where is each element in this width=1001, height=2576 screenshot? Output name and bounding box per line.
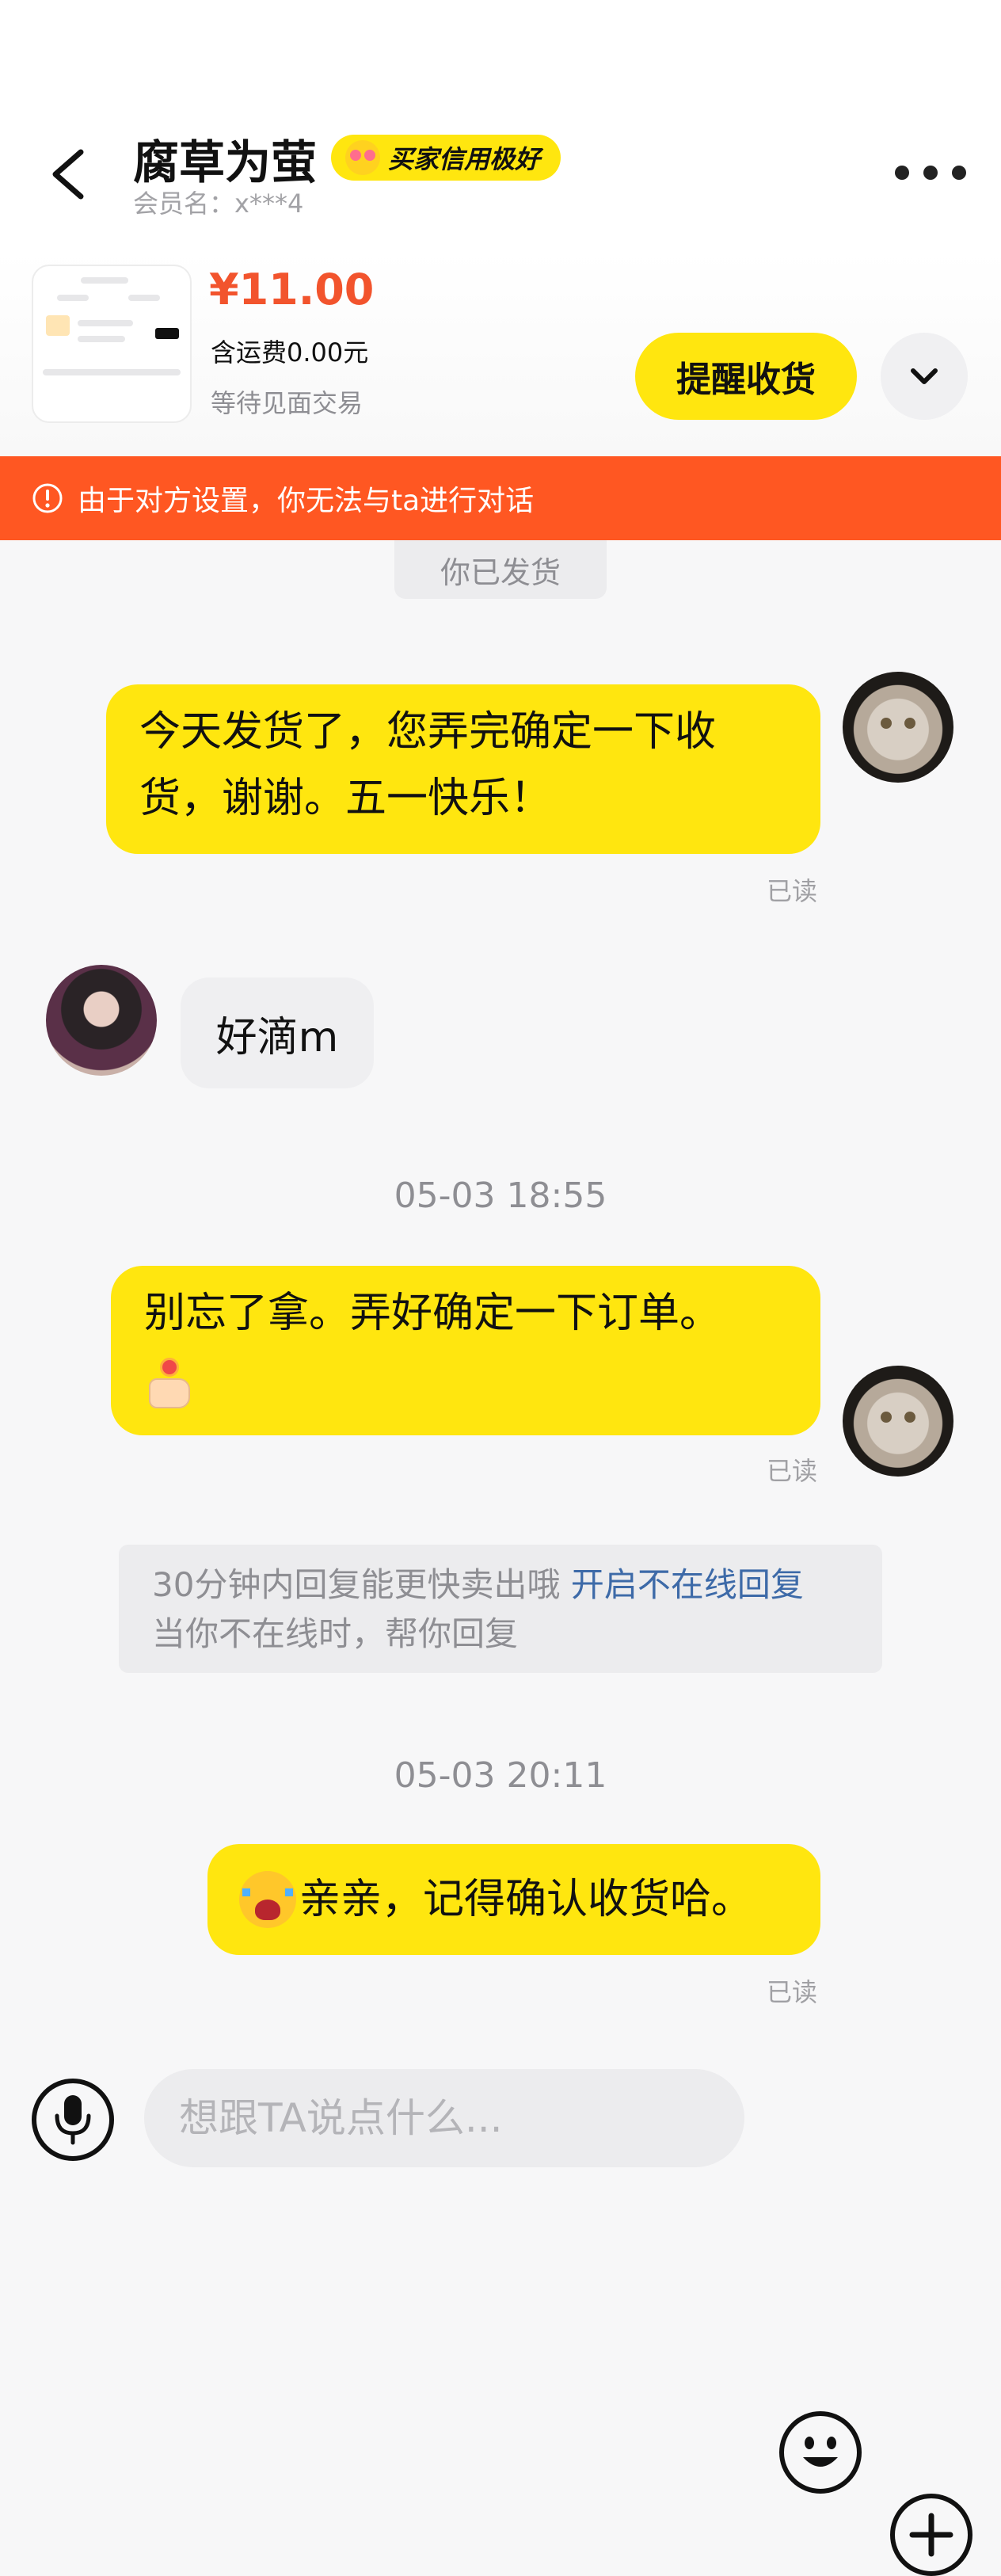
- heart-eyes-icon: [345, 140, 380, 175]
- more-options-button[interactable]: [895, 155, 966, 190]
- message-text: 别忘了拿。弄好确定一下订单。: [144, 1290, 721, 1337]
- shipping-fee: 含运费0.00元: [211, 337, 369, 368]
- member-name: 会员名：x***4: [133, 189, 304, 219]
- message-text: 亲亲，记得确认收货哈。: [299, 1876, 753, 1923]
- message-input[interactable]: [144, 2069, 744, 2167]
- partner-message-bubble[interactable]: 好滴m: [181, 977, 374, 1088]
- product-thumbnail[interactable]: [32, 265, 192, 423]
- enable-auto-reply-link[interactable]: 开启不在线回复: [571, 1565, 804, 1604]
- product-price: ¥11.00: [209, 265, 375, 314]
- read-receipt: 已读: [767, 1456, 818, 1486]
- remind-receipt-button[interactable]: 提醒收货: [635, 333, 857, 420]
- my-avatar[interactable]: [843, 1366, 953, 1477]
- more-dot-icon: [952, 166, 966, 180]
- read-receipt: 已读: [767, 1977, 818, 2007]
- credit-badge-label: 买家信用极好: [388, 144, 541, 174]
- chat-partner-name: 腐草为萤: [133, 135, 318, 189]
- smiley-icon: [803, 2437, 838, 2467]
- back-arrow-icon: [52, 149, 84, 200]
- message-timestamp: 05-03 20:11: [394, 1755, 607, 1796]
- chevron-down-icon: [911, 368, 938, 384]
- expand-order-button[interactable]: [881, 333, 968, 420]
- message-text: 今天发货了，您弄完确定一下收货，谢谢。五一快乐！: [139, 708, 717, 822]
- auto-reply-tip: 30分钟内回复能更快卖出哦 开启不在线回复 当你不在线时，帮你回复: [119, 1545, 882, 1673]
- flower-thumb-emoji-icon: [144, 1358, 193, 1408]
- message-timestamp: 05-03 18:55: [394, 1176, 607, 1216]
- credit-badge[interactable]: 买家信用极好: [331, 135, 561, 181]
- microphone-icon: [55, 2095, 91, 2145]
- more-dot-icon: [923, 166, 938, 180]
- trade-status: 等待见面交易: [211, 388, 363, 418]
- chat-restricted-notice: 由于对方设置，你无法与ta进行对话: [0, 456, 1001, 540]
- read-receipt: 已读: [767, 876, 818, 906]
- my-avatar[interactable]: [843, 672, 953, 783]
- crying-emoji-icon: [239, 1871, 296, 1928]
- more-actions-button[interactable]: [890, 2494, 972, 2576]
- emoji-button[interactable]: [779, 2411, 862, 2494]
- back-button[interactable]: [41, 136, 105, 212]
- plus-icon: [909, 2513, 953, 2557]
- more-dot-icon: [895, 166, 909, 180]
- voice-input-button[interactable]: [32, 2079, 114, 2161]
- message-text: 好滴m: [215, 1013, 339, 1061]
- tip-text: 30分钟内回复能更快卖出哦: [152, 1565, 561, 1604]
- notice-text: 由于对方设置，你无法与ta进行对话: [78, 485, 535, 517]
- my-message-bubble[interactable]: 别忘了拿。弄好确定一下订单。: [111, 1266, 820, 1435]
- system-status-pill: 你已发货: [394, 540, 607, 599]
- partner-avatar[interactable]: [46, 965, 157, 1076]
- tip-subtext: 当你不在线时，帮你回复: [152, 1614, 519, 1653]
- my-message-bubble[interactable]: 今天发货了，您弄完确定一下收货，谢谢。五一快乐！: [106, 684, 820, 854]
- my-message-bubble[interactable]: 亲亲，记得确认收货哈。: [207, 1844, 820, 1955]
- warning-icon: [32, 483, 63, 513]
